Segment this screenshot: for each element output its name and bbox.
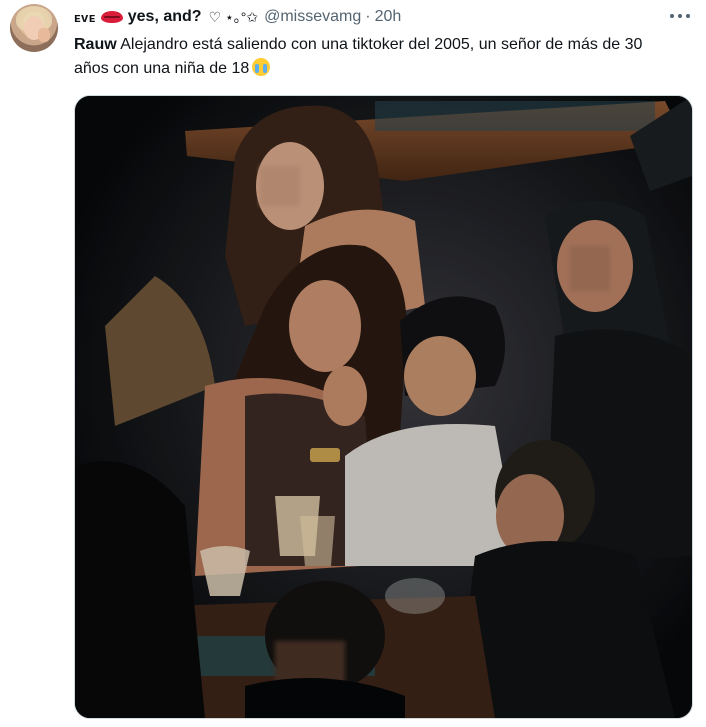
avatar[interactable]	[10, 4, 58, 52]
display-name[interactable]: ᴇᴠᴇ yes, and? ♡ ⋆｡°✩	[74, 7, 258, 27]
display-name-suffix: ♡ ⋆｡°✩	[208, 9, 259, 25]
display-name-prefix: ᴇᴠᴇ	[74, 9, 96, 25]
more-horizontal-icon[interactable]	[670, 6, 690, 26]
tweet-text: Rauw Alejandro está saliendo con una tik…	[74, 33, 674, 81]
avatar-hand	[38, 28, 50, 42]
tweet-text-body: Alejandro está saliendo con una tiktoker…	[74, 36, 643, 77]
kiss-lips-icon	[100, 10, 123, 24]
timestamp[interactable]: 20h	[375, 8, 402, 26]
photo-scene	[75, 96, 692, 718]
tweet-photo[interactable]	[74, 95, 693, 719]
separator-dot: ·	[365, 8, 371, 25]
user-handle[interactable]: @missevamg	[264, 8, 361, 26]
tweet-header: ᴇᴠᴇ yes, and? ♡ ⋆｡°✩ @missevamg · 20h	[74, 6, 401, 28]
tweet[interactable]: ᴇᴠᴇ yes, and? ♡ ⋆｡°✩ @missevamg · 20h Ra…	[0, 0, 706, 727]
tweet-text-bold: Rauw	[74, 36, 117, 53]
display-name-main: yes, and?	[127, 8, 202, 25]
loudly-crying-face-icon	[252, 58, 271, 76]
